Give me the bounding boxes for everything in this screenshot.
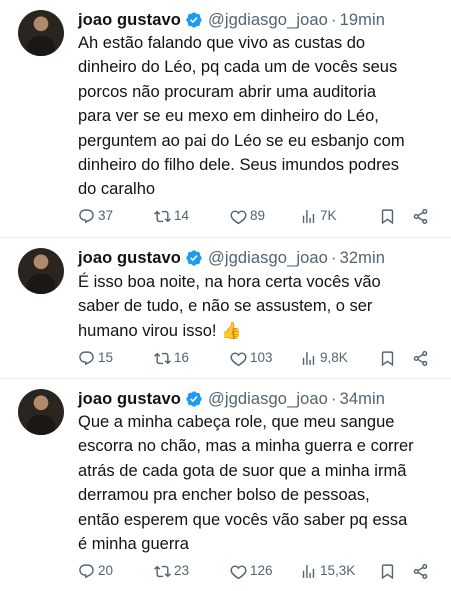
retweet-icon <box>154 210 171 222</box>
author-name[interactable]: joao gustavo <box>78 390 181 409</box>
separator-dot: · <box>330 248 337 267</box>
reply-count: 20 <box>98 563 114 578</box>
retweet-count: 14 <box>174 208 190 223</box>
like-button[interactable]: 89 <box>230 205 265 227</box>
retweet-button[interactable]: 16 <box>154 347 189 369</box>
tweet-header: joao gustavo @jgdiasgo_joao · 32min <box>78 247 385 269</box>
share-button[interactable] <box>412 205 432 227</box>
tweet-3[interactable]: joao gustavo @jgdiasgo_joao · 34min Que … <box>0 379 451 591</box>
reply-icon <box>79 350 94 365</box>
retweet-button[interactable]: 23 <box>154 560 189 582</box>
avatar[interactable] <box>18 248 64 294</box>
avatar[interactable] <box>18 10 64 56</box>
author-handle[interactable]: @jgdiasgo_joao <box>208 249 328 268</box>
tweet-text: Que a minha cabeça role, que meu sangue … <box>78 413 414 554</box>
tweet-1[interactable]: joao gustavo @jgdiasgo_joao · 19min Ah e… <box>0 0 451 238</box>
share-icon <box>413 350 428 366</box>
like-count: 89 <box>250 208 266 223</box>
views-icon <box>302 209 315 223</box>
views-button[interactable]: 9,8K <box>300 347 348 369</box>
reply-icon <box>79 208 94 223</box>
like-count: 126 <box>250 563 273 578</box>
tweet-header: joao gustavo @jgdiasgo_joao · 34min <box>78 388 385 410</box>
views-button[interactable]: 7K <box>300 205 337 227</box>
verified-badge-icon <box>186 391 202 407</box>
reply-button[interactable]: 37 <box>78 205 113 227</box>
like-button[interactable]: 126 <box>230 560 273 582</box>
like-count: 103 <box>250 350 273 365</box>
author-handle[interactable]: @jgdiasgo_joao <box>208 390 328 409</box>
heart-icon <box>230 209 247 224</box>
retweet-icon <box>154 352 171 364</box>
tweet-text: É isso boa noite, na hora certa vocês vã… <box>78 273 381 340</box>
bookmark-icon <box>381 350 394 366</box>
action-bar: 20 23 126 15,3K <box>78 560 440 582</box>
bookmark-button[interactable] <box>379 205 399 227</box>
share-button[interactable] <box>412 560 432 582</box>
separator-dot: · <box>330 389 337 408</box>
retweet-count: 16 <box>174 350 190 365</box>
bookmark-icon <box>381 208 394 224</box>
heart-icon <box>230 564 247 579</box>
share-button[interactable] <box>412 347 432 369</box>
reply-button[interactable]: 15 <box>78 347 113 369</box>
retweet-button[interactable]: 14 <box>154 205 189 227</box>
timestamp[interactable]: 19min <box>340 11 385 30</box>
reply-icon <box>79 563 94 578</box>
retweet-count: 23 <box>174 563 190 578</box>
action-bar: 15 16 103 9,8K <box>78 347 440 369</box>
share-icon <box>413 208 428 224</box>
tweet-header: joao gustavo @jgdiasgo_joao · 19min <box>78 9 385 31</box>
bookmark-button[interactable] <box>379 347 399 369</box>
views-count: 7K <box>320 208 337 223</box>
author-name[interactable]: joao gustavo <box>78 249 181 268</box>
like-button[interactable]: 103 <box>230 347 273 369</box>
retweet-icon <box>154 565 171 577</box>
views-icon <box>302 351 315 365</box>
views-count: 9,8K <box>320 350 348 365</box>
tweet-2[interactable]: joao gustavo @jgdiasgo_joao · 32min É is… <box>0 238 451 379</box>
verified-badge-icon <box>186 250 202 266</box>
heart-icon <box>230 351 247 366</box>
bookmark-button[interactable] <box>379 560 399 582</box>
reply-count: 15 <box>98 350 114 365</box>
author-handle[interactable]: @jgdiasgo_joao <box>208 11 328 30</box>
avatar[interactable] <box>18 389 64 435</box>
action-bar: 37 14 89 7K <box>78 205 440 227</box>
verified-badge-icon <box>186 12 202 28</box>
timestamp[interactable]: 34min <box>340 390 385 409</box>
views-button[interactable]: 15,3K <box>300 560 355 582</box>
views-icon <box>302 564 315 578</box>
bookmark-icon <box>381 563 394 579</box>
author-name[interactable]: joao gustavo <box>78 11 181 30</box>
share-icon <box>413 563 428 579</box>
timestamp[interactable]: 32min <box>340 249 385 268</box>
views-count: 15,3K <box>320 563 356 578</box>
reply-count: 37 <box>98 208 114 223</box>
reply-button[interactable]: 20 <box>78 560 113 582</box>
tweet-text: Ah estão falando que vivo as custas do d… <box>78 34 405 199</box>
separator-dot: · <box>330 10 337 29</box>
